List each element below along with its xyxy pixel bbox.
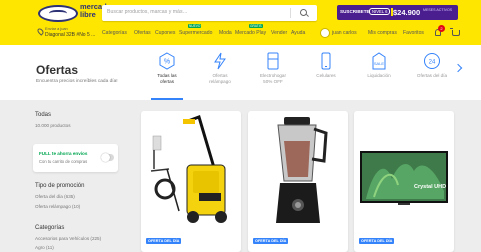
categories-title: Categorías bbox=[35, 225, 65, 231]
nav-new-badge: NUEVO bbox=[188, 24, 202, 28]
filters-sidebar: Todas 10.000 productos FULL te ahorra en… bbox=[30, 106, 135, 252]
tab-label-line1: Todas las bbox=[157, 73, 177, 78]
nav-supermercado[interactable]: Supermercado bbox=[179, 30, 212, 36]
location-label: Enviar a juan bbox=[45, 26, 68, 31]
nav-free-badge: GRATIS bbox=[249, 24, 263, 28]
full-label: FULL te ahorra envíos bbox=[39, 151, 88, 156]
page-subtitle: Encuentra precios increíbles cada día! bbox=[36, 79, 118, 84]
tab-label-line1: Ofertas del día bbox=[416, 73, 448, 78]
phone-icon bbox=[321, 52, 331, 70]
location-pin-icon bbox=[36, 27, 45, 36]
tab-ofertas-relampago[interactable]: Ofertas relámpago bbox=[198, 52, 242, 100]
product-card-blender[interactable]: OFERTA DEL DÍA bbox=[248, 111, 348, 252]
nav-moda[interactable]: Moda bbox=[219, 30, 232, 36]
tab-electrohogar[interactable]: Electrohogar 50% OFF bbox=[251, 52, 295, 100]
level-badge: NIVEL 6 bbox=[369, 8, 391, 15]
filter-all-title: Todas bbox=[35, 112, 52, 118]
search-input[interactable]: Buscar productos, marcas y más… bbox=[102, 5, 317, 21]
nav-vender[interactable]: Vender bbox=[271, 30, 287, 36]
ofertas-header: Ofertas Encuentra precios increíbles cad… bbox=[0, 45, 481, 100]
appliance-icon bbox=[267, 52, 279, 70]
deal-badge: OFERTA DEL DÍA bbox=[253, 238, 289, 244]
user-avatar bbox=[320, 28, 330, 38]
full-subtext: Con tu carrito de compras bbox=[39, 159, 88, 164]
handshake-logo-icon bbox=[38, 5, 78, 22]
user-name: juan carlos bbox=[332, 30, 357, 36]
search-placeholder: Buscar productos, marcas y más… bbox=[107, 9, 188, 15]
notification-count-badge: 2 bbox=[438, 25, 445, 32]
tab-label-line2: 50% OFF bbox=[263, 78, 283, 84]
location-address: Diagonal 32B #No 5 ... bbox=[45, 32, 96, 38]
svg-text:SALE: SALE bbox=[374, 61, 385, 66]
mercadolibre-logo[interactable]: mercado libre bbox=[38, 3, 111, 25]
blender-image bbox=[276, 117, 328, 223]
deal-badge: OFERTA DEL DÍA bbox=[359, 238, 395, 244]
tab-label-line2: ofertas bbox=[159, 78, 175, 84]
favorites-link[interactable]: Favoritos bbox=[403, 30, 424, 36]
tab-ofertas-del-dia[interactable]: 24 Ofertas del día bbox=[410, 52, 454, 100]
full-shipping-filter[interactable]: FULL te ahorra envíos Con tu carrito de … bbox=[33, 144, 118, 172]
svg-text:%: % bbox=[164, 59, 170, 66]
filter-category-item[interactable]: Agro (11) bbox=[35, 245, 54, 250]
product-card-tv[interactable]: Crystal UHD OFERTA DEL DÍA bbox=[354, 111, 454, 252]
tab-label-line1: Electrohogar bbox=[259, 73, 287, 78]
nav-mercado-play[interactable]: Mercado Play bbox=[235, 30, 266, 36]
filter-promo-item[interactable]: Oferta relámpago (10) bbox=[35, 204, 80, 209]
sale-tag-icon: SALE bbox=[372, 52, 386, 70]
tab-liquidacion[interactable]: SALE Liquidación bbox=[357, 52, 401, 100]
tab-label-line1: Ofertas bbox=[212, 73, 228, 78]
search-icon[interactable] bbox=[300, 9, 307, 16]
promo-type-title: Tipo de promoción bbox=[35, 183, 85, 189]
promo-subtext: MESES ACTIVOS bbox=[423, 8, 453, 12]
product-card-pressure-washer[interactable]: OFERTA DEL DÍA bbox=[141, 111, 241, 252]
delivery-location[interactable]: Enviar a juan Diagonal 32B #No 5 ... bbox=[36, 26, 100, 40]
tv-brand-label: Crystal UHD bbox=[414, 184, 447, 190]
subscription-banner[interactable]: SUSCRIBETE NIVEL 6 $24.900 MESES ACTIVOS bbox=[337, 5, 458, 20]
tab-label-line1: Liquidación bbox=[367, 73, 391, 78]
24h-clock-icon: 24 bbox=[424, 53, 440, 69]
svg-text:24: 24 bbox=[429, 60, 436, 66]
percent-badge-icon: % bbox=[159, 52, 175, 70]
subscribe-label: SUSCRIBETE bbox=[340, 9, 370, 14]
user-menu[interactable]: juan carlos bbox=[320, 28, 362, 38]
pressure-washer-image bbox=[150, 115, 227, 223]
tv-image bbox=[360, 151, 448, 205]
nav-cupones[interactable]: Cupones bbox=[155, 30, 175, 36]
filter-category-item[interactable]: Accesorios para Vehículos (225) bbox=[35, 236, 101, 241]
lightning-icon bbox=[214, 52, 226, 70]
cart-icon[interactable] bbox=[450, 28, 460, 36]
my-purchases-link[interactable]: Mis compras bbox=[368, 30, 397, 36]
page-title: Ofertas bbox=[36, 63, 79, 77]
header: mercado libre Buscar productos, marcas y… bbox=[0, 0, 481, 45]
tab-celulares[interactable]: Celulares bbox=[304, 52, 348, 100]
filter-promo-item[interactable]: Oferta del día (635) bbox=[35, 194, 75, 199]
tab-todas-las-ofertas[interactable]: % Todas las ofertas bbox=[145, 52, 189, 100]
full-shipping-toggle[interactable] bbox=[101, 153, 114, 162]
nav-categorias[interactable]: Categorías bbox=[102, 30, 127, 36]
tab-label-line2: relámpago bbox=[209, 78, 231, 84]
promo-price: $24.900 bbox=[390, 8, 421, 17]
tab-label-line1: Celulares bbox=[316, 73, 336, 78]
deal-badge: OFERTA DEL DÍA bbox=[146, 238, 182, 244]
nav-ayuda[interactable]: Ayuda bbox=[291, 30, 305, 36]
filter-all-count: 10.000 productos bbox=[35, 123, 71, 128]
nav-ofertas[interactable]: Ofertas bbox=[134, 30, 151, 36]
search-divider bbox=[290, 8, 291, 18]
